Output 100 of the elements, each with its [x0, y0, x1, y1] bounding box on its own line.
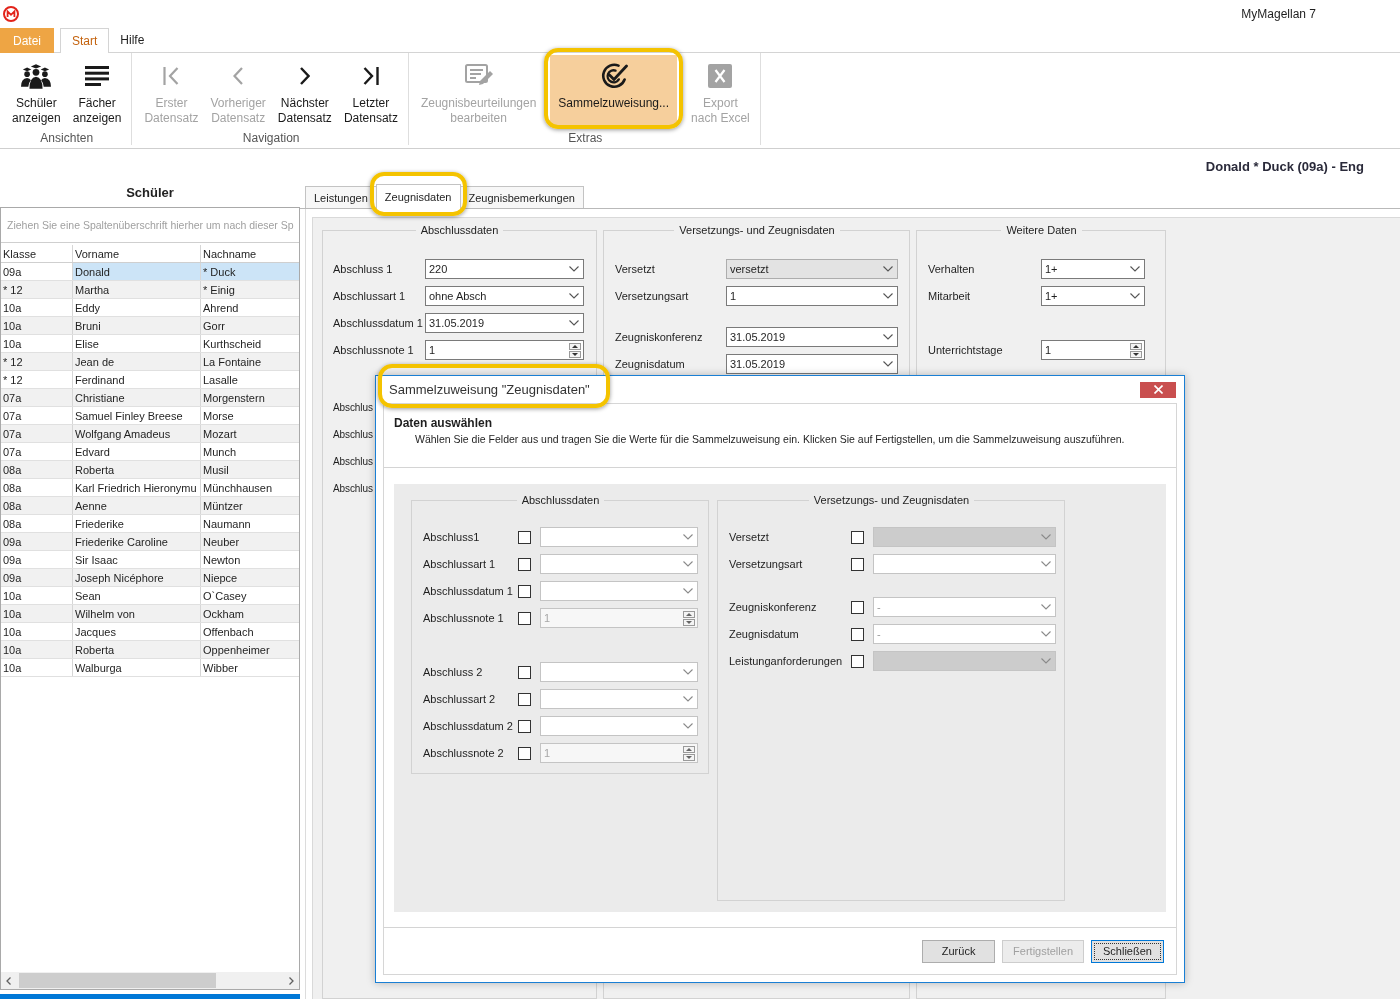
- chevron-down-icon: [883, 334, 893, 340]
- dropdown-field[interactable]: 1+: [1041, 259, 1145, 279]
- table-cell: Donald: [73, 263, 201, 280]
- dropdown-field[interactable]: 31.05.2019: [726, 327, 898, 347]
- dropdown-field[interactable]: [873, 554, 1056, 574]
- tab[interactable]: Zeugnisbemerkungen: [459, 186, 584, 208]
- table-cell-text: Musil: [202, 462, 230, 478]
- spin-up-button[interactable]: [1130, 342, 1142, 350]
- close-button[interactable]: [1140, 381, 1176, 398]
- table-cell-text: Ahrend: [202, 300, 240, 316]
- table-row[interactable]: * 12 Jean de La Fontaine: [1, 353, 299, 371]
- field-label: Zeugniskonferenz: [729, 601, 818, 613]
- checkbox[interactable]: [518, 665, 531, 679]
- dropdown-field[interactable]: 1+: [1041, 286, 1145, 306]
- checkbox[interactable]: [518, 530, 531, 544]
- table-cell-text: Neuber: [202, 534, 241, 550]
- checkbox[interactable]: [851, 557, 864, 571]
- tab[interactable]: Leistungen: [305, 186, 377, 208]
- checkbox[interactable]: [851, 600, 864, 614]
- table-cell: 08a: [1, 479, 73, 496]
- dropdown-field[interactable]: 31.05.2019: [726, 354, 898, 374]
- chevron-down-icon: [569, 320, 579, 326]
- checkbox[interactable]: [851, 627, 864, 641]
- chevron-down-icon: [683, 561, 693, 567]
- checkbox[interactable]: [518, 692, 531, 706]
- table-cell: 07a: [1, 425, 73, 442]
- chevron-down-icon: [683, 534, 693, 540]
- dialog-title: Sammelzuweisung "Zeugnisdaten": [389, 382, 590, 397]
- chevron-down-icon: [1130, 266, 1140, 272]
- checkbox[interactable]: [518, 719, 531, 733]
- group-by-hint: Ziehen Sie eine Spaltenüberschrift hierher um nach dieser Sp: [7, 219, 294, 231]
- dialog-heading: Daten auswählen: [394, 416, 494, 431]
- table-cell: 10a: [1, 605, 73, 622]
- spin-down-button[interactable]: [569, 350, 581, 358]
- table-cell: Roberta: [73, 461, 201, 478]
- group-title: Versetzungs- und Zeugnisdaten: [812, 494, 971, 507]
- table-row[interactable]: 07a Christiane Morgenstern: [1, 389, 299, 407]
- table-row[interactable]: 09a Joseph Nicéphore Niepce: [1, 569, 299, 587]
- people-icon: [21, 63, 52, 89]
- table-cell: 10a: [1, 317, 73, 334]
- window-title: MyMagellan 7: [1241, 7, 1316, 21]
- checkbox[interactable]: [518, 584, 531, 598]
- dropdown-field[interactable]: [540, 527, 698, 547]
- table-row[interactable]: 10a Roberta Oppenheimer: [1, 641, 299, 659]
- dropdown-field[interactable]: [540, 581, 698, 601]
- dropdown-field[interactable]: 220: [425, 259, 584, 279]
- field-label: Abschlus: [333, 428, 373, 440]
- column-header[interactable]: Nachname: [201, 245, 297, 262]
- table-row[interactable]: 10a Wilhelm von Ockham: [1, 605, 299, 623]
- spin-down-button[interactable]: [1130, 350, 1142, 358]
- table-cell: 08a: [1, 497, 73, 514]
- chevron-down-icon: [883, 293, 893, 299]
- checkbox[interactable]: [518, 557, 531, 571]
- table-cell-text: Mozart: [202, 426, 238, 442]
- table-row[interactable]: 09a Donald * Duck: [1, 263, 299, 281]
- table-row[interactable]: * 12 Martha * Einig: [1, 281, 299, 299]
- ribbon-button[interactable]: Fächer anzeigen: [70, 55, 124, 127]
- scroll-right-icon[interactable]: [289, 976, 294, 985]
- ribbon-button[interactable]: Sammelzuweisung...: [550, 55, 678, 127]
- spin-up-button[interactable]: [569, 342, 581, 350]
- dropdown-field[interactable]: ohne Absch: [425, 286, 584, 306]
- group-label: Extras: [568, 131, 603, 145]
- table-row[interactable]: 08a Roberta Musil: [1, 461, 299, 479]
- ribbon-button[interactable]: Schüler anzeigen: [10, 55, 63, 127]
- table-cell: Walburga: [73, 659, 201, 676]
- field-label: Leistunganforderungen: [729, 655, 844, 667]
- table-cell-text: * Duck: [202, 264, 237, 280]
- dropdown-field[interactable]: 31.05.2019: [425, 313, 584, 333]
- tab[interactable]: Zeugnisdaten: [375, 184, 461, 209]
- scrollbar-thumb[interactable]: [19, 973, 216, 988]
- dropdown-field[interactable]: 1: [726, 286, 898, 306]
- field-label: Versetzungsart: [729, 558, 804, 570]
- column-header[interactable]: Vorname: [73, 245, 201, 262]
- number-field[interactable]: 1: [425, 340, 584, 360]
- table-cell: Christiane: [73, 389, 201, 406]
- table-cell: 07a: [1, 407, 73, 424]
- chevron-down-icon: [1041, 631, 1051, 637]
- ribbon-button[interactable]: Nächster Datensatz: [275, 55, 334, 127]
- dialog-button[interactable]: Zurück: [922, 939, 996, 963]
- field-label: Abschlussdatum 2: [423, 720, 514, 732]
- group-title: Weitere Daten: [1005, 224, 1078, 237]
- table-row[interactable]: 08a Aenne Müntzer: [1, 497, 299, 515]
- ribbon-tab[interactable]: Start: [60, 28, 110, 53]
- scroll-left-icon[interactable]: [6, 976, 11, 985]
- table-row[interactable]: 10a Walburga Wibber: [1, 659, 299, 677]
- table-cell-text: Wibber: [202, 660, 239, 676]
- table-row[interactable]: 07a Wolfgang Amadeus Mozart: [1, 425, 299, 443]
- number-field[interactable]: 1: [1041, 340, 1145, 360]
- dropdown-field[interactable]: [540, 689, 698, 709]
- dropdown-field[interactable]: [540, 716, 698, 736]
- ribbon-tab[interactable]: Hilfe: [109, 28, 156, 52]
- table-row[interactable]: 09a Friederike Caroline Neuber: [1, 533, 299, 551]
- scrollbar-track[interactable]: [1, 972, 299, 989]
- dialog-button[interactable]: Schließen: [1091, 939, 1164, 963]
- dropdown-field[interactable]: [540, 554, 698, 574]
- table-cell-text: Offenbach: [202, 624, 255, 640]
- ribbon-button[interactable]: Letzter Datensatz: [341, 55, 400, 127]
- column-header[interactable]: Klasse: [1, 245, 73, 262]
- table-row[interactable]: 10a Bruni Gorr: [1, 317, 299, 335]
- dropdown-field[interactable]: [540, 662, 698, 682]
